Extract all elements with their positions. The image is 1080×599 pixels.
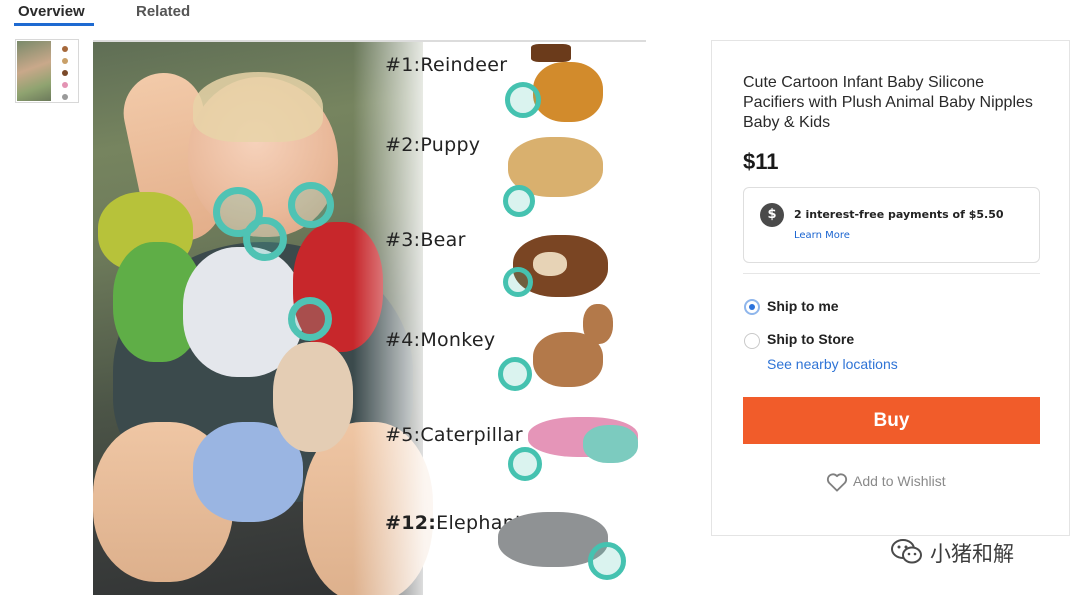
toy-label-number: #5: xyxy=(385,424,421,446)
elephant-toy xyxy=(488,497,638,587)
toy-label-number: #1: xyxy=(385,54,421,76)
thumbnail-toy xyxy=(62,82,68,88)
toy-label-number: #4: xyxy=(385,329,421,351)
caterpillar-toy xyxy=(503,407,643,492)
thumbnail-toy xyxy=(62,70,68,76)
ship-to-me-label[interactable]: Ship to me xyxy=(767,298,839,314)
monkey-toy xyxy=(493,302,633,402)
product-title: Cute Cartoon Infant Baby Silicone Pacifi… xyxy=(743,74,1033,131)
ship-to-store-label[interactable]: Ship to Store xyxy=(767,331,854,347)
toy-label-number: #3: xyxy=(385,229,421,251)
tab-overview[interactable]: Overview xyxy=(18,3,85,20)
tab-bar: Overview Related xyxy=(0,0,660,28)
wishlist-label: Add to Wishlist xyxy=(853,473,946,489)
toy-label: #2:Puppy xyxy=(385,134,480,156)
thumbnail-toy xyxy=(62,58,68,64)
baby-hair xyxy=(193,72,323,142)
plush-toy xyxy=(273,342,353,452)
pacifier xyxy=(288,297,332,341)
payment-plan-box: $ 2 interest-free payments of $5.50 Lear… xyxy=(743,187,1040,263)
main-product-image[interactable]: #1:Reindeer #2:Puppy #3:Bear #4:Monkey #… xyxy=(93,40,646,595)
toy-label: #1:Reindeer xyxy=(385,54,507,76)
toy-label-name: Reindeer xyxy=(420,54,508,76)
pacifier xyxy=(243,217,287,261)
toy-label: #3:Bear xyxy=(385,229,466,251)
product-card: Cute Cartoon Infant Baby Silicone Pacifi… xyxy=(711,40,1070,536)
learn-more-link[interactable]: Learn More xyxy=(794,230,850,241)
toy-label-number: #12: xyxy=(385,512,437,534)
ship-to-me-radio[interactable] xyxy=(744,299,760,315)
puppy-toy xyxy=(493,127,613,222)
wechat-icon xyxy=(891,539,922,564)
dollar-icon: $ xyxy=(760,203,784,227)
reindeer-toy xyxy=(503,44,613,134)
thumbnail-toy xyxy=(62,94,68,100)
product-price: $11 xyxy=(743,149,779,174)
tab-related[interactable]: Related xyxy=(136,3,190,20)
thumbnail-photo xyxy=(17,41,51,101)
nearby-locations-link[interactable]: See nearby locations xyxy=(767,356,898,372)
toy-label-name: Puppy xyxy=(420,134,481,156)
buy-button[interactable]: Buy xyxy=(743,397,1040,444)
product-thumbnail[interactable] xyxy=(15,39,79,103)
bear-toy xyxy=(498,227,613,312)
heart-icon xyxy=(826,473,848,492)
toy-label: #4:Monkey xyxy=(385,329,495,351)
toy-label-name: Monkey xyxy=(420,329,496,351)
ship-to-store-radio[interactable] xyxy=(744,333,760,349)
watermark-text: 小猪和解 xyxy=(930,542,1014,566)
toy-label-name: Bear xyxy=(420,229,466,251)
thumbnail-toy xyxy=(62,46,68,52)
divider xyxy=(743,273,1040,274)
pacifier xyxy=(288,182,334,228)
toy-label-number: #2: xyxy=(385,134,421,156)
active-tab-indicator xyxy=(14,23,94,26)
payment-plan-text: 2 interest-free payments of $5.50 xyxy=(794,208,1004,221)
